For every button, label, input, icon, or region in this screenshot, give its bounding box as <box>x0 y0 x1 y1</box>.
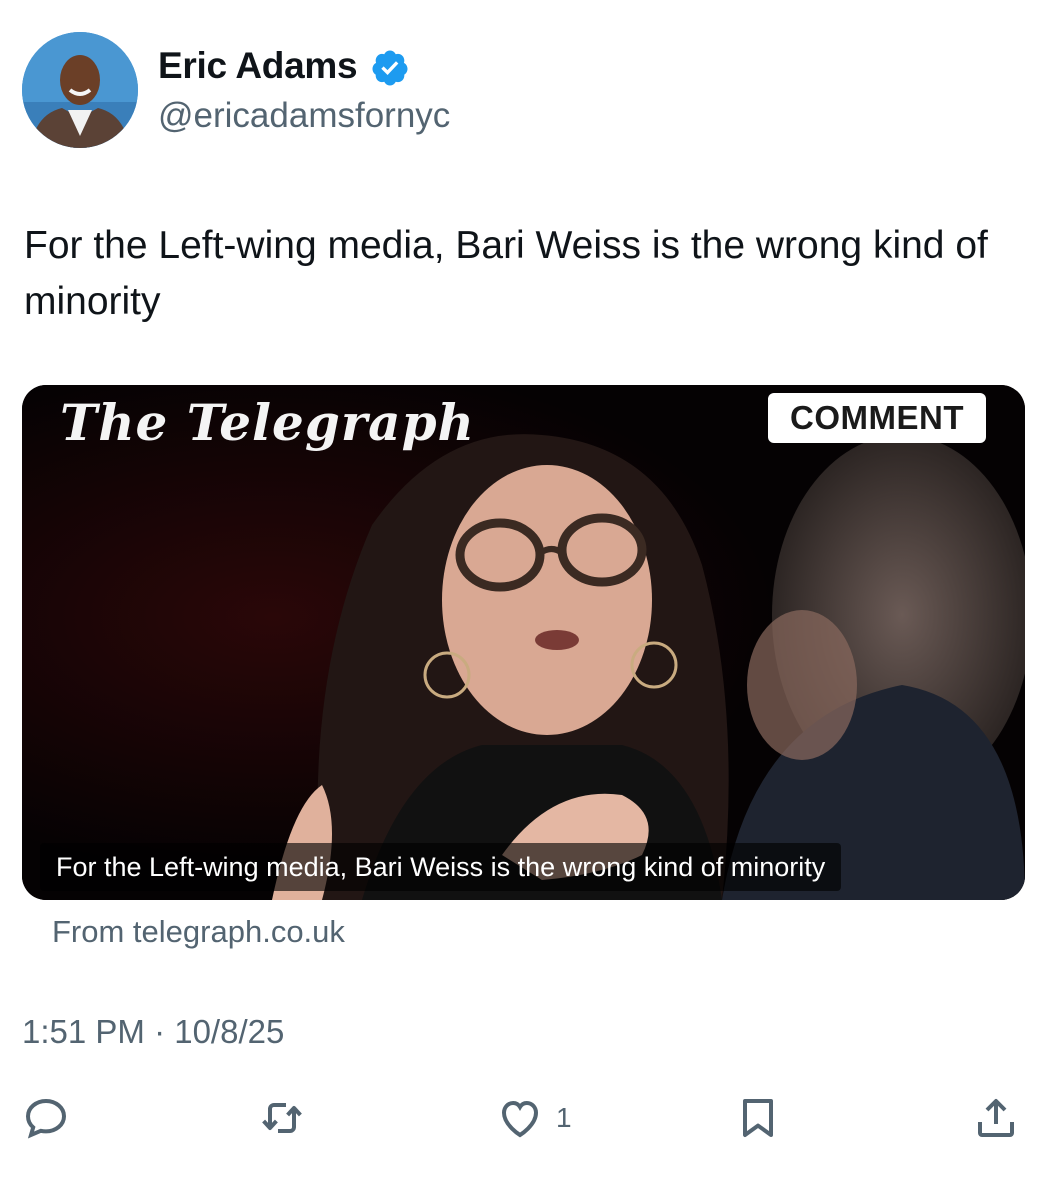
publication-masthead: The Telegraph <box>60 393 475 452</box>
author-avatar[interactable] <box>22 32 138 148</box>
reply-button[interactable] <box>22 1092 70 1144</box>
comment-badge: COMMENT <box>768 393 986 443</box>
verified-badge-icon <box>372 50 408 86</box>
retweet-icon <box>262 1103 302 1133</box>
share-icon <box>978 1099 1014 1137</box>
author-handle[interactable]: @ericadamsfornyc <box>158 94 450 138</box>
tweet-text: For the Left-wing media, Bari Weiss is t… <box>24 224 988 323</box>
like-button[interactable]: 1 <box>496 1092 572 1144</box>
reply-icon <box>25 1098 67 1139</box>
bookmark-button[interactable] <box>734 1092 782 1144</box>
heart-icon <box>501 1100 539 1138</box>
article-thumbnail-image <box>22 385 1025 900</box>
retweet-button[interactable] <box>258 1092 306 1144</box>
link-preview-card[interactable]: The Telegraph COMMENT For the Left-wing … <box>22 385 1025 900</box>
card-caption: For the Left-wing media, Bari Weiss is t… <box>40 843 842 891</box>
bookmark-icon <box>743 1099 773 1137</box>
share-button[interactable] <box>972 1092 1020 1144</box>
tweet-timestamp[interactable]: 1:51 PM · 10/8/25 <box>22 1010 284 1054</box>
card-source-link[interactable]: From telegraph.co.uk <box>52 910 345 954</box>
author-display-name[interactable]: Eric Adams <box>158 44 358 88</box>
like-count: 1 <box>556 1102 572 1133</box>
